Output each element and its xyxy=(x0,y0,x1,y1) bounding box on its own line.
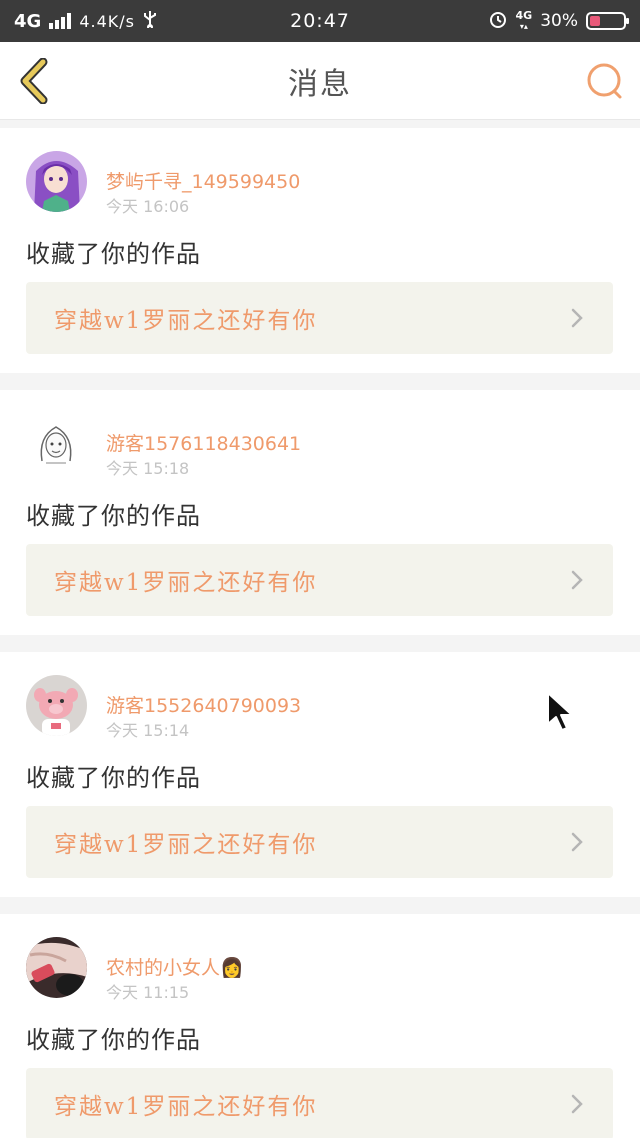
work-link[interactable]: 穿越w1罗丽之还好有你 xyxy=(26,1068,613,1138)
message-card: 梦屿千寻_149599450 今天 16:06 收藏了你的作品 穿越w1罗丽之还… xyxy=(0,128,640,373)
avatar[interactable] xyxy=(26,413,87,474)
chevron-right-icon xyxy=(571,832,583,852)
avatar[interactable] xyxy=(26,151,87,212)
action-text: 收藏了你的作品 xyxy=(26,240,201,268)
photo-avatar-icon xyxy=(26,937,87,998)
post-time: 今天 15:18 xyxy=(106,459,190,478)
avatar[interactable] xyxy=(26,675,87,736)
message-card: 游客1552640790093 今天 15:14 收藏了你的作品 穿越w1罗丽之… xyxy=(0,652,640,897)
work-title: 穿越w1罗丽之还好有你 xyxy=(54,570,318,596)
chevron-right-icon xyxy=(571,570,583,590)
work-link[interactable]: 穿越w1罗丽之还好有你 xyxy=(26,282,613,354)
post-time: 今天 16:06 xyxy=(106,197,190,216)
action-text: 收藏了你的作品 xyxy=(26,1026,201,1054)
post-time: 今天 15:14 xyxy=(106,721,190,740)
work-link[interactable]: 穿越w1罗丽之还好有你 xyxy=(26,806,613,878)
network-speed: 4.4K/s xyxy=(79,11,135,31)
user-name[interactable]: 游客1576118430641 xyxy=(106,429,301,456)
clock: 20:47 xyxy=(290,10,350,32)
user-name[interactable]: 梦屿千寻_149599450 xyxy=(106,167,300,194)
avatar[interactable] xyxy=(26,937,87,998)
status-bar: 4G 4.4K/s 20:47 4G ▾▴ 30% xyxy=(0,0,640,42)
network-type: 4G xyxy=(14,10,42,32)
search-icon xyxy=(587,63,622,99)
work-title: 穿越w1罗丽之还好有你 xyxy=(54,832,318,858)
app-header: 消息 xyxy=(0,42,640,120)
work-link[interactable]: 穿越w1罗丽之还好有你 xyxy=(26,544,613,616)
search-button[interactable] xyxy=(584,60,626,102)
status-left: 4G 4.4K/s xyxy=(14,10,157,32)
pink-toy-avatar-icon xyxy=(26,675,87,736)
battery-percent: 30% xyxy=(540,11,578,31)
post-time: 今天 11:15 xyxy=(106,983,190,1002)
work-title: 穿越w1罗丽之还好有你 xyxy=(54,308,318,334)
work-title: 穿越w1罗丽之还好有你 xyxy=(54,1094,318,1120)
message-card: 农村的小女人👩 今天 11:15 收藏了你的作品 穿越w1罗丽之还好有你 xyxy=(0,914,640,1138)
action-text: 收藏了你的作品 xyxy=(26,502,201,530)
user-name[interactable]: 农村的小女人👩 xyxy=(106,953,244,980)
page-title: 消息 xyxy=(288,67,352,102)
chevron-right-icon xyxy=(571,1094,583,1114)
alarm-icon xyxy=(488,9,508,34)
network-type-2: 4G ▾▴ xyxy=(515,8,533,31)
usb-icon xyxy=(143,10,157,32)
anime-girl-avatar-icon xyxy=(26,151,87,212)
sketch-girl-avatar-icon xyxy=(26,413,87,474)
mouse-cursor-icon xyxy=(547,692,573,731)
battery-icon xyxy=(586,12,629,30)
status-right: 4G ▾▴ 30% xyxy=(488,8,629,34)
user-name[interactable]: 游客1552640790093 xyxy=(106,691,301,718)
action-text: 收藏了你的作品 xyxy=(26,764,201,792)
chevron-right-icon xyxy=(571,308,583,328)
signal-icon xyxy=(49,13,72,29)
message-card: 游客1576118430641 今天 15:18 收藏了你的作品 穿越w1罗丽之… xyxy=(0,390,640,635)
message-list: 梦屿千寻_149599450 今天 16:06 收藏了你的作品 穿越w1罗丽之还… xyxy=(0,120,640,1138)
